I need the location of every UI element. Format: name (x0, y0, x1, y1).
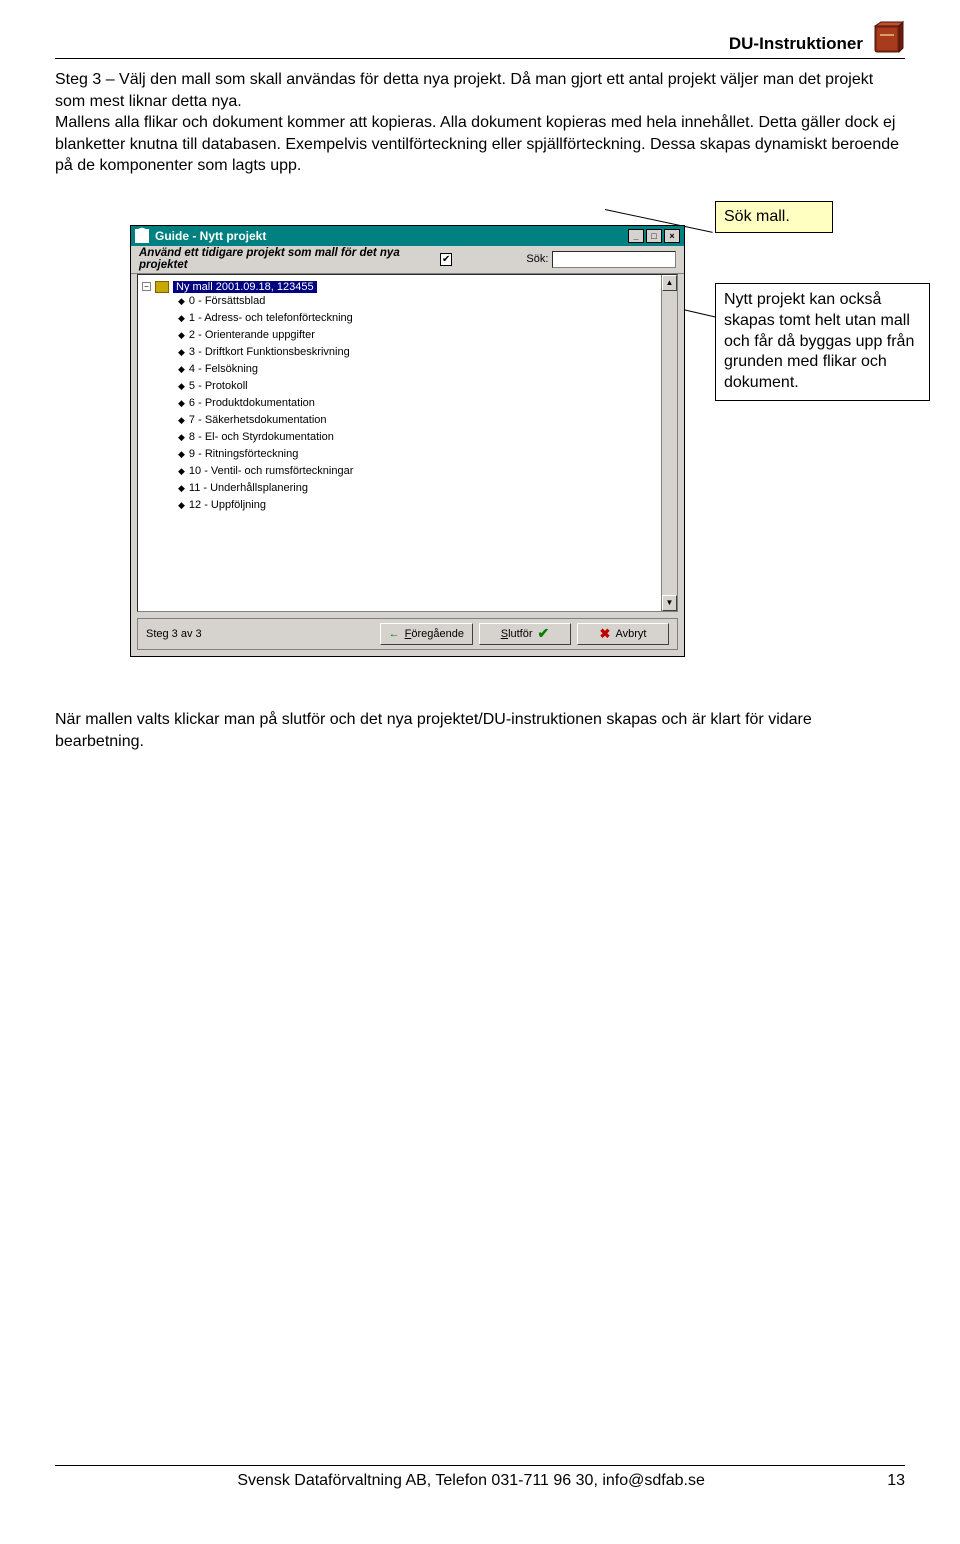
tree-item[interactable]: ◆6 - Produktdokumentation (142, 395, 657, 412)
template-tree[interactable]: − Ny mall 2001.09.18, 123455 ◆0 - Försät… (138, 275, 661, 611)
window-titlebar: 🛈 Guide - Nytt projekt _ □ × (131, 226, 684, 246)
x-icon: ✖ (600, 626, 611, 642)
header-title: DU-Instruktioner (729, 34, 863, 54)
scroll-down-icon[interactable]: ▼ (662, 595, 677, 611)
subheader-bar: Använd ett tidigare projekt som mall för… (131, 246, 684, 274)
vertical-scrollbar[interactable]: ▲ ▼ (661, 275, 677, 611)
tree-panel: − Ny mall 2001.09.18, 123455 ◆0 - Försät… (137, 274, 678, 612)
page-number: 13 (887, 1472, 905, 1490)
figure-area: Sök mall. Nytt projekt kan också skapas … (55, 201, 905, 691)
tree-item[interactable]: ◆4 - Felsökning (142, 361, 657, 378)
window-title: Guide - Nytt projekt (155, 229, 266, 243)
folder-icon (155, 281, 169, 293)
close-button[interactable]: × (664, 229, 680, 243)
finish-button[interactable]: Slutför ✔ (479, 623, 571, 645)
previous-button[interactable]: ← FFöregåendeöregående (380, 623, 473, 645)
tree-item[interactable]: ◆8 - El- och Styrdokumentation (142, 429, 657, 446)
paragraph-1: Steg 3 – Välj den mall som skall använda… (55, 69, 905, 177)
tree-item[interactable]: ◆1 - Adress- och telefonförteckning (142, 310, 657, 327)
cancel-button[interactable]: ✖ Avbryt (577, 623, 669, 645)
step-indicator: Steg 3 av 3 (146, 628, 202, 640)
search-input[interactable] (552, 251, 676, 268)
tree-item[interactable]: ◆7 - Säkerhetsdokumentation (142, 412, 657, 429)
book-icon (871, 20, 905, 56)
tree-item[interactable]: ◆12 - Uppföljning (142, 497, 657, 514)
minimize-button[interactable]: _ (628, 229, 644, 243)
button-bar: Steg 3 av 3 ← FFöregåendeöregående Slutf… (137, 618, 678, 650)
tree-item[interactable]: ◆5 - Protokoll (142, 378, 657, 395)
check-icon: ✔ (538, 625, 550, 642)
collapse-icon[interactable]: − (142, 282, 151, 291)
arrow-left-icon: ← (389, 628, 400, 640)
guide-window: 🛈 Guide - Nytt projekt _ □ × Använd ett … (130, 225, 685, 657)
tree-root-label: Ny mall 2001.09.18, 123455 (173, 281, 317, 293)
callout-nytt-projekt: Nytt projekt kan också skapas tomt helt … (715, 283, 930, 401)
page-footer: Svensk Dataförvaltning AB, Telefon 031-7… (55, 1465, 905, 1490)
maximize-button[interactable]: □ (646, 229, 662, 243)
use-template-label: Använd ett tidigare projekt som mall för… (139, 247, 436, 271)
app-icon: 🛈 (135, 229, 149, 243)
search-label: Sök: (526, 253, 548, 265)
tree-item[interactable]: ◆3 - Driftkort Funktionsbeskrivning (142, 344, 657, 361)
scroll-up-icon[interactable]: ▲ (662, 275, 677, 291)
use-template-checkbox[interactable]: ✔ (440, 253, 452, 266)
tree-root[interactable]: − Ny mall 2001.09.18, 123455 (142, 281, 657, 293)
tree-item[interactable]: ◆11 - Underhållsplanering (142, 480, 657, 497)
tree-item[interactable]: ◆0 - Försättsblad (142, 293, 657, 310)
page-header: DU-Instruktioner (55, 20, 905, 59)
footer-text: Svensk Dataförvaltning AB, Telefon 031-7… (55, 1472, 887, 1490)
paragraph-3: När mallen valts klickar man på slutför … (55, 709, 905, 752)
tree-item[interactable]: ◆10 - Ventil- och rumsförteckningar (142, 463, 657, 480)
callout-sok-mall: Sök mall. (715, 201, 833, 233)
tree-item[interactable]: ◆9 - Ritningsförteckning (142, 446, 657, 463)
tree-item[interactable]: ◆2 - Orienterande uppgifter (142, 327, 657, 344)
